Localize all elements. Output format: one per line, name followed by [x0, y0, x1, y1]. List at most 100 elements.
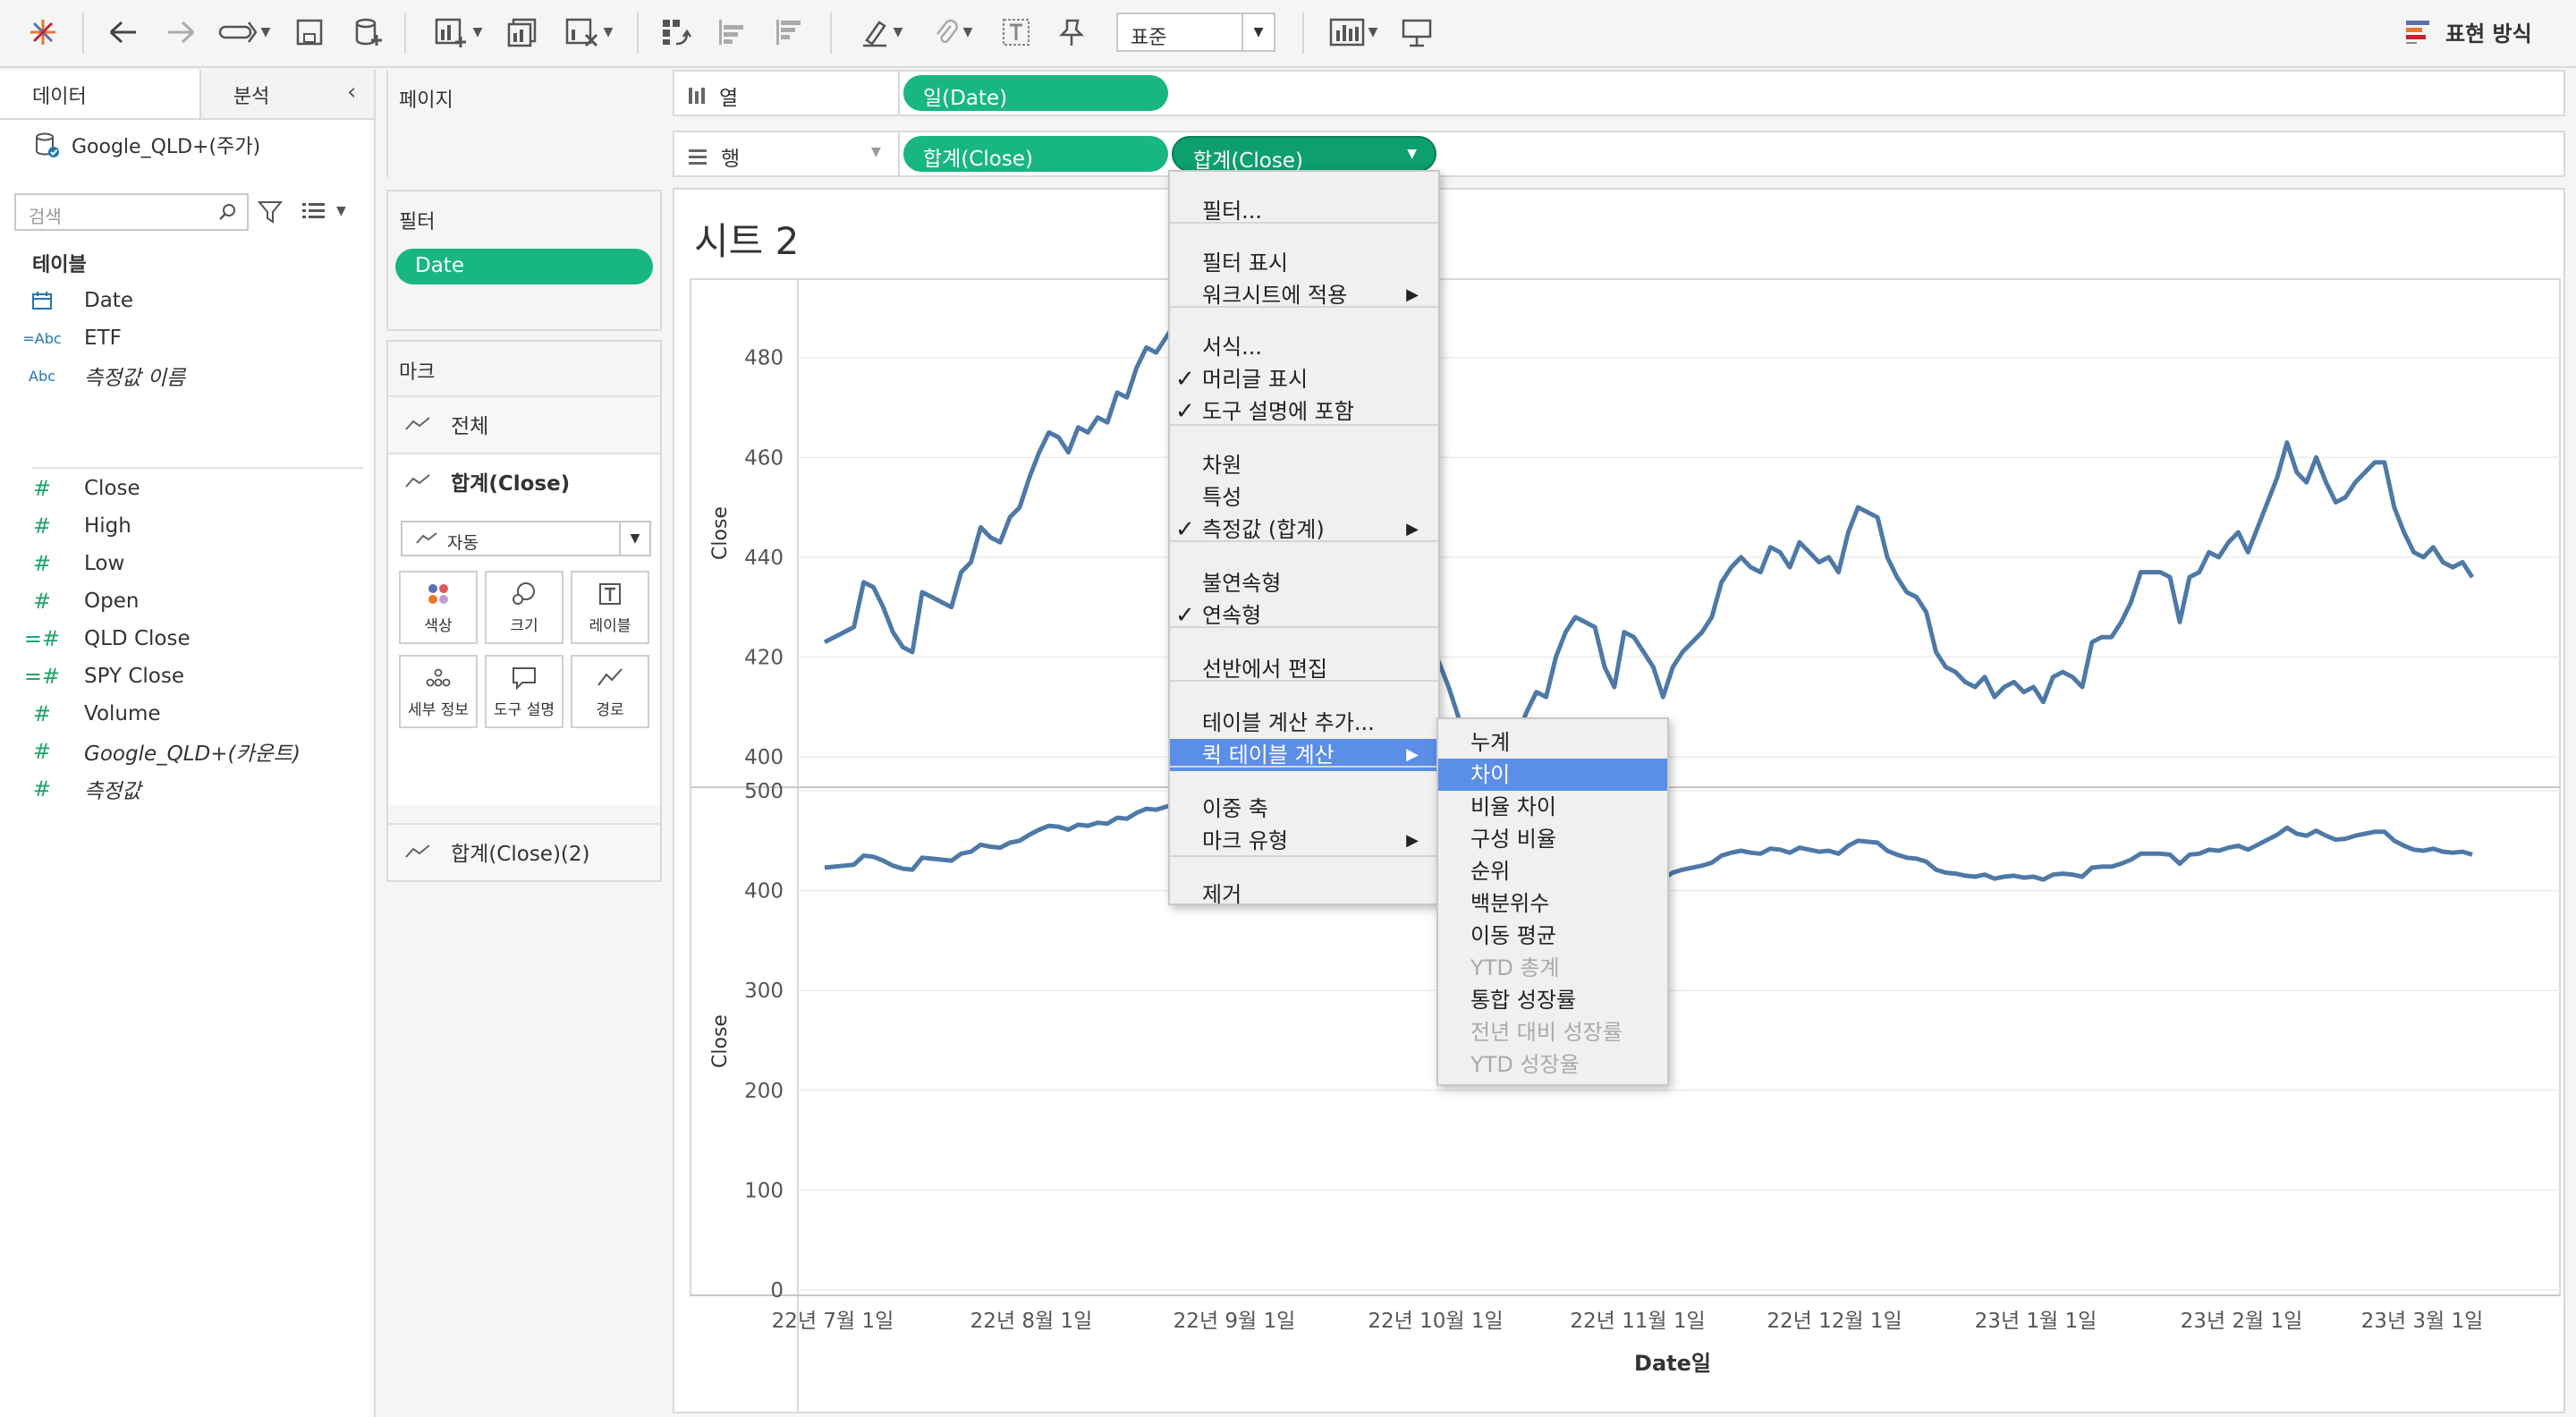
context-menu-item[interactable]: ✓ 도구 설명에 포함 — [1170, 395, 1438, 428]
rows-pill-close-1[interactable]: 합계(Close) — [903, 136, 1168, 172]
collapse-pane-icon[interactable]: ‹ — [347, 79, 356, 106]
line-mark-icon — [416, 532, 437, 544]
field-label: SPY Close — [84, 665, 184, 688]
context-menu-item-label: 이중 축 — [1202, 796, 1268, 821]
detail-label: 세부 정보 — [408, 701, 469, 719]
filter-icon[interactable] — [258, 200, 283, 224]
menu-separator — [1170, 540, 1438, 542]
field-high[interactable]: # High — [0, 510, 376, 542]
context-menu-item-label: 테이블 계산 추가... — [1202, 710, 1375, 735]
marks-card2-tab[interactable]: 합계(Close)(2) — [388, 823, 660, 878]
size-icon — [513, 582, 535, 605]
columns-shelf[interactable]: 열 일(Date) — [673, 70, 2565, 116]
show-me-button[interactable]: 표현 방식 — [2406, 16, 2532, 47]
tableau-logo-icon[interactable] — [25, 13, 61, 52]
redo-icon[interactable] — [161, 13, 200, 52]
context-menu-item-label: 측정값 (합계) — [1202, 517, 1325, 542]
sort-descending-icon[interactable] — [769, 13, 809, 52]
marks-card1-tab[interactable]: 합계(Close) — [388, 453, 660, 508]
rows-shelf[interactable]: 행 ▼ 합계(Close) 합계(Close) ▼ — [673, 131, 2565, 177]
field-measure-values[interactable]: # 측정값 — [0, 773, 376, 805]
columns-icon — [689, 88, 705, 104]
highlight-icon[interactable]: ▼ — [850, 13, 912, 52]
submenu-item[interactable]: 누계 — [1438, 726, 1667, 759]
duplicate-sheet-icon[interactable] — [503, 13, 542, 52]
context-menu-item[interactable]: ✓ 머리글 표시 — [1170, 363, 1438, 395]
mark-type-select[interactable]: 자동 ▼ — [401, 521, 651, 556]
label-button[interactable]: 레이블 — [571, 571, 649, 644]
marks-title: 마크 — [399, 361, 436, 384]
new-datasource-icon[interactable] — [349, 13, 388, 52]
y-axis-title: Close — [709, 1014, 732, 1068]
context-menu-item[interactable]: 이중 축 — [1170, 793, 1438, 825]
save-icon[interactable] — [292, 13, 327, 52]
field-count[interactable]: # Google_QLD+(카운트) — [0, 735, 376, 768]
context-menu-item[interactable]: 제거 — [1170, 878, 1438, 911]
context-menu-item[interactable]: 마크 유형 ▶ — [1170, 825, 1438, 857]
fit-select[interactable]: 표준 ▼ — [1116, 13, 1275, 52]
group-members-icon[interactable]: ▼ — [921, 13, 984, 52]
field-qld-close[interactable]: =# QLD Close — [0, 623, 376, 655]
path-button[interactable]: 경로 — [571, 655, 649, 728]
view-list-icon[interactable] — [301, 200, 327, 222]
show-mark-labels-icon[interactable] — [998, 13, 1034, 52]
y-tick-label: 440 — [744, 547, 784, 570]
context-menu-item[interactable]: 서식... — [1170, 331, 1438, 363]
datasource-item[interactable]: Google_QLD+(주가) — [34, 131, 260, 159]
context-menu-item[interactable]: 필터 표시 — [1170, 247, 1438, 279]
clear-sheet-icon[interactable]: ▼ — [556, 13, 621, 52]
pages-card[interactable]: 페이지 — [386, 70, 662, 177]
color-button[interactable]: 색상 — [399, 571, 478, 644]
context-menu-item[interactable]: 테이블 계산 추가... — [1170, 707, 1438, 739]
field-low[interactable]: # Low — [0, 547, 376, 580]
abc-calc-icon: =Abc — [22, 329, 62, 347]
submenu-item[interactable]: 통합 성장률 — [1438, 984, 1667, 1016]
context-menu-item[interactable]: 불연속형 — [1170, 567, 1438, 599]
field-etf[interactable]: =Abc ETF — [0, 322, 376, 354]
marks-all-tab[interactable]: 전체 — [388, 395, 660, 451]
chevron-down-icon: ▼ — [871, 145, 881, 159]
field-measure-names[interactable]: Abc 측정값 이름 — [0, 360, 376, 392]
show-me-label: 표현 방식 — [2445, 21, 2532, 47]
presentation-mode-icon[interactable] — [1397, 13, 1436, 52]
y-tick-label: 480 — [744, 347, 784, 370]
field-date[interactable]: Date — [0, 284, 376, 317]
submenu-item[interactable]: 이동 평균 — [1438, 920, 1667, 952]
submenu-item[interactable]: 순위 — [1438, 855, 1667, 887]
show-cards-icon[interactable]: ▼ — [1322, 13, 1385, 52]
y-tick-label: 460 — [744, 446, 784, 470]
fix-axes-icon[interactable] — [1054, 13, 1089, 52]
cycle-fields-icon[interactable]: ▼ — [215, 13, 274, 52]
field-spy-close[interactable]: =# SPY Close — [0, 660, 376, 692]
size-button[interactable]: 크기 — [485, 571, 564, 644]
undo-icon[interactable] — [104, 13, 143, 52]
submenu-item[interactable]: 백분위수 — [1438, 887, 1667, 920]
submenu-item: YTD 총계 — [1438, 952, 1667, 984]
field-open[interactable]: # Open — [0, 585, 376, 617]
measure-icon: # — [32, 589, 52, 614]
submenu-item[interactable]: 구성 비율 — [1438, 823, 1667, 855]
field-volume[interactable]: # Volume — [0, 698, 376, 730]
context-menu-item[interactable]: 차원 — [1170, 449, 1438, 481]
tooltip-button[interactable]: 도구 설명 — [485, 655, 564, 728]
swap-rows-columns-icon[interactable] — [657, 13, 696, 52]
filters-card[interactable]: 필터 Date — [386, 190, 662, 331]
submenu-item[interactable]: 비율 차이 — [1438, 791, 1667, 823]
new-worksheet-icon[interactable]: ▼ — [426, 13, 490, 52]
sort-ascending-icon[interactable] — [712, 13, 751, 52]
detail-button[interactable]: 세부 정보 — [399, 655, 478, 728]
context-menu-item[interactable]: 특성 — [1170, 481, 1438, 513]
search-input[interactable]: 검색 — [14, 193, 249, 231]
field-label: Date — [84, 289, 133, 312]
datasource-icon — [36, 132, 59, 157]
tab-data[interactable]: 데이터 — [0, 70, 201, 118]
rows-pill-close-2[interactable]: 합계(Close) ▼ — [1172, 136, 1436, 173]
pill-context-menu: 필터... 필터 표시 워크시트에 적용 ▶ 서식... ✓ 머리글 표시 ✓ 도구 설명에 포… — [1168, 170, 1440, 907]
field-close[interactable]: # Close — [0, 472, 376, 505]
chevron-down-icon[interactable]: ▼ — [336, 204, 346, 218]
context-menu-item-label: 워크시트에 적용 — [1202, 283, 1348, 308]
filter-pill-date[interactable]: Date — [395, 249, 653, 284]
marks-card2-label: 합계(Close)(2) — [451, 843, 590, 866]
submenu-item[interactable]: 차이 — [1438, 759, 1667, 791]
columns-pill-date[interactable]: 일(Date) — [903, 75, 1168, 111]
